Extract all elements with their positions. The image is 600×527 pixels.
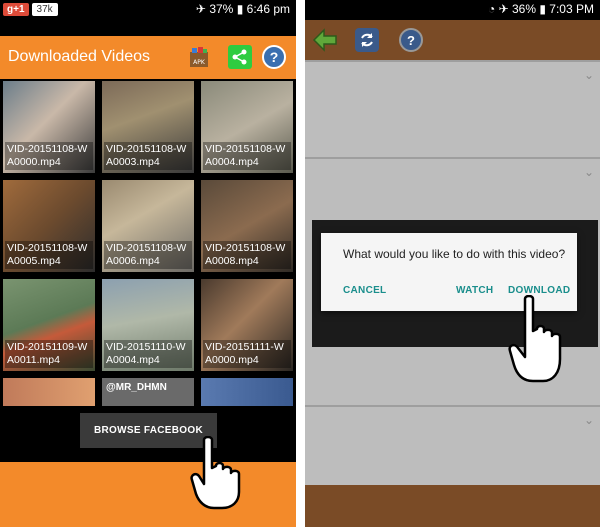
- clock: 6:46 pm: [246, 2, 290, 16]
- video-filename: VID-20151108-WA0004.mp4: [203, 142, 291, 170]
- video-filename: VID-20151111-WA0000.mp4: [203, 340, 291, 368]
- watch-button[interactable]: WATCH: [456, 285, 493, 296]
- status-bar: g+1 37k ✈ 37% ▮ 6:46 pm: [0, 0, 296, 18]
- svg-text:APK: APK: [193, 59, 206, 66]
- video-tile[interactable]: [201, 378, 293, 406]
- status-text: ◔ ✈ 36% ▮ 7:03 PM: [488, 2, 594, 16]
- video-tile[interactable]: VID-20151109-WA0011.mp4: [3, 279, 95, 371]
- video-tile[interactable]: VID-20151108-WA0004.mp4: [201, 81, 293, 173]
- video-tile[interactable]: [3, 378, 95, 406]
- share-icon[interactable]: [228, 45, 252, 69]
- video-filename: VID-20151110-WA0004.mp4: [104, 340, 192, 368]
- page-title: Downloaded Videos: [8, 48, 151, 65]
- airplane-icon: ✈: [498, 2, 509, 16]
- right-screen: ◔ ✈ 36% ▮ 7:03 PM ? ⌄ ⌄ ⌄ What would you…: [305, 0, 600, 527]
- battery-icon: ▮: [236, 2, 244, 16]
- video-tile[interactable]: VID-20151108-WA0005.mp4: [3, 180, 95, 272]
- pointing-hand-icon: [508, 295, 562, 383]
- app-bar: ?: [305, 20, 600, 60]
- video-filename: VID-20151108-WA0006.mp4: [104, 241, 192, 269]
- video-filename: VID-20151108-WA0008.mp4: [203, 241, 291, 269]
- list-item[interactable]: ⌄: [305, 60, 600, 157]
- status-text: ✈ 37% ▮ 6:46 pm: [196, 2, 290, 16]
- battery-icon: ▮: [539, 2, 546, 16]
- video-tile[interactable]: VID-20151108-WA0003.mp4: [102, 81, 194, 173]
- video-tile[interactable]: VID-20151110-WA0004.mp4: [102, 279, 194, 371]
- chevron-down-icon[interactable]: ⌄: [584, 165, 594, 179]
- divider: [296, 0, 305, 527]
- status-bar: ◔ ✈ 36% ▮ 7:03 PM: [305, 0, 600, 18]
- google-plus-count: 37k: [31, 2, 58, 16]
- clock: 7:03 PM: [549, 2, 594, 16]
- apk-icon[interactable]: APK: [187, 45, 211, 69]
- cancel-button[interactable]: CANCEL: [343, 285, 386, 296]
- back-arrow-icon[interactable]: [312, 28, 338, 52]
- airplane-icon: ✈: [195, 2, 206, 16]
- dialog-question: What would you like to do with this vide…: [343, 247, 566, 261]
- video-tile[interactable]: VID-20151108-WA0000.mp4: [3, 81, 95, 173]
- video-filename: VID-20151109-WA0011.mp4: [5, 340, 93, 368]
- app-bar: Downloaded Videos APK ?: [0, 36, 296, 79]
- chevron-down-icon[interactable]: ⌄: [584, 413, 594, 427]
- pointing-hand-icon: [190, 436, 241, 510]
- wifi-icon: ◔: [487, 2, 496, 16]
- video-filename: VID-20151108-WA0003.mp4: [104, 142, 192, 170]
- video-tile[interactable]: VID-20151108-WA0008.mp4: [201, 180, 293, 272]
- battery-level: 37%: [209, 2, 234, 16]
- video-grid: VID-20151108-WA0000.mp4 VID-20151108-WA0…: [3, 81, 295, 409]
- help-icon[interactable]: ?: [262, 45, 286, 69]
- google-plus-label: g+1: [3, 2, 29, 16]
- list-item[interactable]: ⌄: [305, 405, 600, 487]
- video-tile[interactable]: VID-20151108-WA0006.mp4: [102, 180, 194, 272]
- battery-level: 36%: [511, 2, 536, 16]
- video-filename: VID-20151108-WA0000.mp4: [5, 142, 93, 170]
- video-watermark: @MR_DHMN: [106, 382, 167, 393]
- chevron-down-icon[interactable]: ⌄: [584, 68, 594, 82]
- video-tile[interactable]: @MR_DHMN: [102, 378, 194, 406]
- bottom-bar: [305, 485, 600, 527]
- help-icon[interactable]: ?: [399, 28, 423, 52]
- video-tile[interactable]: VID-20151111-WA0000.mp4: [201, 279, 293, 371]
- video-filename: VID-20151108-WA0005.mp4: [5, 241, 93, 269]
- refresh-icon[interactable]: [355, 28, 379, 52]
- google-plus-badge[interactable]: g+1 37k: [3, 1, 58, 17]
- left-screen: g+1 37k ✈ 37% ▮ 6:46 pm Downloaded Video…: [0, 0, 296, 527]
